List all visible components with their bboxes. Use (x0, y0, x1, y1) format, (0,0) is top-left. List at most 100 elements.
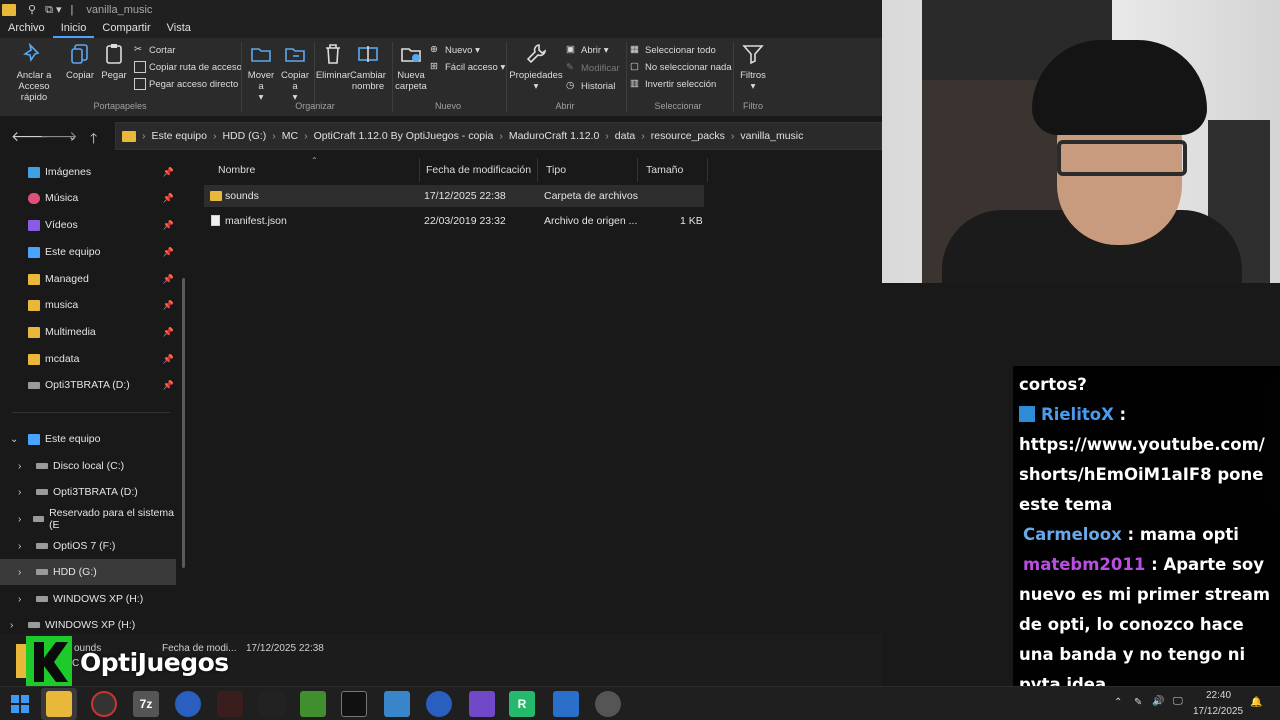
filter-icon (742, 45, 764, 65)
invert-selection-button[interactable]: ▥ Invertir selección (630, 78, 716, 90)
breadcrumb-item[interactable]: OptiCraft 1.12.0 By OptiJuegos - copia (314, 130, 494, 142)
cut-button[interactable]: ✂ Cortar (134, 44, 175, 56)
pen-icon[interactable]: ✎ (1134, 697, 1142, 708)
app-taskbar-icon[interactable]: R (509, 691, 535, 717)
open-button[interactable]: ▣ Abrir ▾ (566, 44, 608, 56)
computer-icon (28, 433, 40, 445)
app-taskbar-icon[interactable] (259, 691, 285, 717)
start-button[interactable] (7, 691, 33, 717)
nav-scrollbar[interactable] (182, 278, 185, 568)
copy-to-button[interactable]: Copiar a ▾ (280, 42, 310, 103)
breadcrumb-item[interactable]: MC (282, 130, 298, 142)
volume-icon[interactable]: 🔊 (1152, 696, 1164, 707)
nav-tree-drive[interactable]: › OptiOS 7 (F:) (0, 533, 176, 559)
column-header-type[interactable]: Tipo (538, 158, 638, 182)
column-header-date[interactable]: Fecha de modificación (418, 158, 538, 182)
trash-icon (326, 44, 340, 64)
breadcrumb-item[interactable]: data (615, 130, 635, 142)
quick-access-toolbar[interactable]: ⚲ ⧉▾ | (28, 3, 76, 17)
column-header-name[interactable]: Nombre (210, 158, 420, 182)
chat-text: mama opti (1139, 525, 1239, 544)
photos-taskbar-icon[interactable] (384, 691, 410, 717)
nav-item-este-equipo[interactable]: Este equipo 📌 (28, 239, 178, 265)
app-taskbar-icon[interactable] (91, 691, 117, 717)
copy-path-button[interactable]: Copiar ruta de acceso (134, 61, 242, 73)
nav-item-musica[interactable]: Música 📌 (28, 185, 178, 211)
nav-item-opti3tbrata[interactable]: Opti3TBRATA (D:) 📌 (28, 372, 178, 398)
notification-bell-icon[interactable]: 🔔 (1250, 697, 1262, 708)
easy-access-button[interactable]: ⊞ Fácil acceso ▾ (430, 61, 505, 73)
nav-tree-drive[interactable]: › WINDOWS XP (H:) (0, 586, 176, 612)
nav-item-multimedia[interactable]: Multimedia 📌 (28, 319, 178, 345)
address-bar[interactable]: › Este equipo › HDD (G:) › MC › OptiCraft 1… (115, 122, 882, 150)
pictures-icon (28, 166, 40, 178)
app-taskbar-icon[interactable] (553, 691, 579, 717)
nav-item-imagenes[interactable]: Imágenes 📌 (28, 159, 178, 185)
tab-compartir[interactable]: Compartir (94, 20, 158, 38)
properties-button[interactable]: Propiedades ▾ (509, 42, 563, 92)
computer-icon (28, 246, 40, 258)
drive-icon (28, 381, 40, 389)
tab-inicio[interactable]: Inicio (52, 20, 95, 38)
paste-button[interactable]: Pegar (98, 42, 130, 81)
nav-tree-drive[interactable]: › Reservado para el sistema (E (0, 506, 176, 532)
nav-item-managed[interactable]: Managed 📌 (28, 266, 178, 292)
breadcrumb-item[interactable]: Este equipo (152, 130, 207, 142)
new-item-button[interactable]: ⊕ Nuevo ▾ (430, 44, 480, 56)
pin-quick-access-button[interactable]: Anclar a Acceso rápido (4, 42, 64, 103)
terminal-taskbar-icon[interactable] (341, 691, 367, 717)
app-taskbar-icon[interactable] (217, 691, 243, 717)
copy-button[interactable]: Copiar (64, 42, 96, 81)
nav-item-videos[interactable]: Vídeos 📌 (28, 212, 178, 238)
nav-item-musica-folder[interactable]: musica 📌 (28, 292, 178, 318)
discord-taskbar-icon[interactable] (469, 691, 495, 717)
new-folder-button[interactable]: Nueva carpeta (394, 42, 428, 92)
recent-locations-chevron-icon[interactable]: ⌄ (68, 130, 77, 143)
breadcrumb-item[interactable]: HDD (G:) (222, 130, 266, 142)
clock-time[interactable]: 22:40 (1206, 690, 1231, 701)
taskbar: 7z R ⌃ ✎ 🔊 🖵 22:40 17/12/2025 🔔 (0, 686, 1280, 720)
nav-item-mcdata[interactable]: mcdata 📌 (28, 346, 178, 372)
select-none-button[interactable]: ▢ No seleccionar nada (630, 61, 732, 73)
select-all-button[interactable]: ▦ Seleccionar todo (630, 44, 716, 56)
up-arrow-icon[interactable]: 🡑 (90, 128, 97, 152)
chevron-right-icon: › (18, 593, 22, 605)
breadcrumb-item[interactable]: vanilla_music (740, 130, 803, 142)
file-row[interactable]: sounds 17/12/2025 22:38 Carpeta de archi… (204, 185, 704, 207)
history-button[interactable]: ◷ Historial (566, 80, 615, 92)
file-explorer-taskbar-icon[interactable] (46, 691, 72, 717)
column-header-size[interactable]: Tamaño (638, 158, 708, 182)
tab-vista[interactable]: Vista (159, 20, 199, 38)
minecraft-taskbar-icon[interactable] (300, 691, 326, 717)
chrome-taskbar-icon[interactable] (175, 691, 201, 717)
nav-tree-drive[interactable]: › Opti3TBRATA (D:) (0, 479, 176, 505)
group-label-filtro: Filtro (743, 101, 763, 111)
delete-button[interactable]: Eliminar (316, 42, 350, 81)
edit-button[interactable]: ✎ Modificar (566, 62, 620, 74)
group-label-nuevo: Nuevo (434, 101, 461, 111)
network-icon[interactable]: 🖵 (1173, 696, 1183, 707)
paste-shortcut-button[interactable]: Pegar acceso directo (134, 78, 238, 90)
rename-button[interactable]: Cambiar nombre (350, 42, 386, 92)
nav-tree-drive[interactable]: › Disco local (C:) (0, 453, 176, 479)
clock-date[interactable]: 17/12/2025 (1193, 706, 1243, 717)
shortcut-icon (134, 78, 146, 90)
file-row[interactable]: manifest.json 22/03/2019 23:32 Archivo d… (204, 210, 704, 232)
separator (626, 42, 627, 112)
pin-icon: 📌 (162, 166, 174, 177)
plus-icon: ⊕ (430, 44, 438, 55)
nav-tree-drive-selected[interactable]: › HDD (G:) (0, 559, 176, 585)
nav-tree-este-equipo[interactable]: ⌄ Este equipo (0, 426, 176, 452)
group-label-portapapeles: Portapapeles (93, 101, 147, 111)
folder-icon (210, 191, 222, 201)
breadcrumb-item[interactable]: resource_packs (651, 130, 725, 142)
filters-button[interactable]: Filtros ▾ (738, 42, 768, 92)
move-to-button[interactable]: Mover a ▾ (246, 42, 276, 103)
obs-taskbar-icon[interactable] (595, 691, 621, 717)
breadcrumb-item[interactable]: MaduroCraft 1.12.0 (509, 130, 599, 142)
history-icon: ◷ (566, 80, 575, 91)
tray-chevron-icon[interactable]: ⌃ (1114, 697, 1122, 708)
tab-archivo[interactable]: Archivo (0, 20, 53, 38)
7zip-taskbar-icon[interactable]: 7z (133, 691, 159, 717)
browser-taskbar-icon[interactable] (426, 691, 452, 717)
